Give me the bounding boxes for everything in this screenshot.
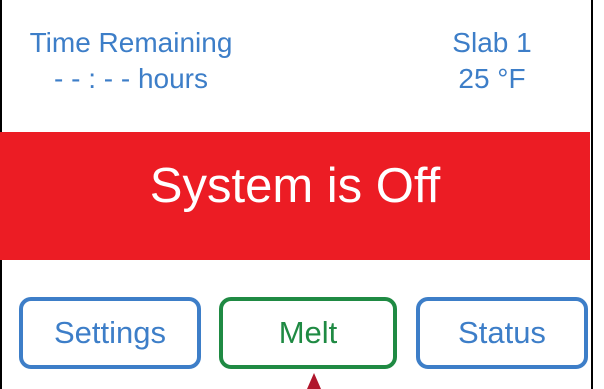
time-remaining-value: - - : - - hours [53,63,208,94]
settings-button[interactable]: Settings [19,297,201,369]
status-banner: System is Off [0,132,590,260]
slab-temperature: 25 °F [458,63,526,94]
slab-panel: Slab 1 25 °F [424,28,560,94]
status-banner-text: System is Off [149,159,441,213]
screen-border [591,0,604,389]
status-button-label: Status [458,315,546,350]
triangle-pointer-icon [307,373,321,389]
melt-button[interactable]: Melt [219,297,397,369]
settings-button-label: Settings [53,315,166,350]
status-button[interactable]: Status [416,297,588,369]
slab-label: Slab 1 [452,27,532,58]
time-remaining-label: Time Remaining [29,27,233,58]
melt-button-label: Melt [278,315,338,350]
time-remaining-panel: Time Remaining - - : - - hours [10,28,252,94]
